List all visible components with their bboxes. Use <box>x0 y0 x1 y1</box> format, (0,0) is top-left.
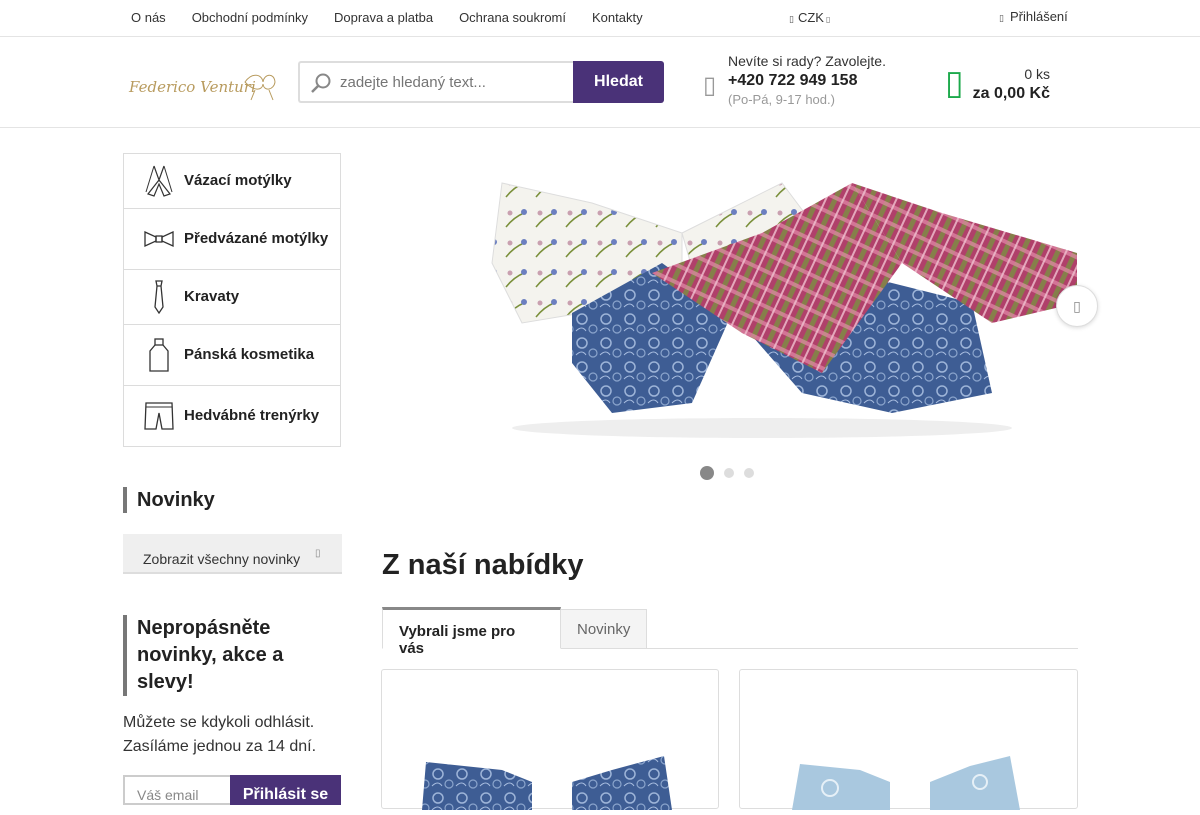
currency-selector[interactable]: ▯ CZK ▯ <box>789 10 830 25</box>
category-label: Vázací motýlky <box>184 172 292 189</box>
slider-next-button[interactable]: ▯ <box>1056 285 1098 327</box>
category-label: Předvázané motýlky <box>184 230 329 247</box>
slider-dot-3[interactable] <box>744 468 754 478</box>
hero-slide-image[interactable] <box>382 143 1077 453</box>
phone-number[interactable]: +420 722 949 158 <box>728 72 886 90</box>
slider-dot-1[interactable] <box>700 466 714 480</box>
category-item-pretied-bow-ties[interactable]: Předvázané motýlky <box>124 209 340 270</box>
header: Federico Venturi Hledat ▯ Nevíte si rady… <box>0 37 1200 128</box>
top-bar: O nás Obchodní podmínky Doprava a platba… <box>0 0 1200 37</box>
office-hours: (Po-Pá, 9-17 hod.) <box>728 92 835 107</box>
product-image <box>792 756 1020 810</box>
top-nav-link-privacy[interactable]: Ochrana soukromí <box>459 10 566 25</box>
tab-news[interactable]: Novinky <box>561 609 647 649</box>
cart-count: 0 ks <box>1024 66 1050 82</box>
top-nav-link-shipping[interactable]: Doprava a platba <box>334 10 433 25</box>
product-card[interactable] <box>381 669 719 810</box>
all-news-label: Zobrazit všechny novinky <box>143 551 301 567</box>
search-icon <box>311 73 331 93</box>
product-card[interactable] <box>739 669 1078 810</box>
login-link[interactable]: ▯ Přihlášení <box>999 9 1068 24</box>
top-nav-link-contacts[interactable]: Kontakty <box>592 10 643 25</box>
contact-info: Nevíte si rady? Zavolejte. +420 722 949 … <box>728 53 886 107</box>
chevron-down-icon: ▯ <box>825 15 831 24</box>
category-item-cosmetics[interactable]: Pánská kosmetika <box>124 325 340 386</box>
top-nav-link-about[interactable]: O nás <box>131 10 166 25</box>
slider-dots <box>700 466 754 480</box>
user-icon: ▯ <box>999 13 1004 23</box>
offer-tabs: Vybrali jsme pro vás Novinky <box>382 607 1078 657</box>
search-box <box>298 61 574 103</box>
cart-total: za 0,00 Kč <box>972 85 1050 102</box>
category-item-ties[interactable]: Kravaty <box>124 270 340 325</box>
all-news-button[interactable]: Zobrazit všechny novinky ▯ <box>123 534 342 574</box>
slider-dot-2[interactable] <box>724 468 734 478</box>
logo[interactable]: Federico Venturi <box>127 68 277 102</box>
newsletter-form: Váš email Přihlásit se <box>123 775 341 805</box>
search-form: Hledat <box>298 61 664 103</box>
cosmetics-bottle-icon <box>149 338 169 372</box>
svg-text:Federico Venturi: Federico Venturi <box>128 78 256 96</box>
login-label: Přihlášení <box>1009 9 1068 24</box>
news-heading: Novinky <box>123 487 215 513</box>
product-image <box>422 756 672 810</box>
necktie-icon <box>154 280 164 314</box>
tab-recommended[interactable]: Vybrali jsme pro vás <box>382 607 561 657</box>
boxer-shorts-icon <box>144 402 174 430</box>
category-item-bow-ties[interactable]: Vázací motýlky <box>124 154 340 209</box>
phone-icon: ▯ <box>703 72 717 99</box>
currency-icon: ▯ <box>789 14 794 24</box>
newsletter-heading: Nepropásněte novinky, akce a slevy! <box>123 615 323 696</box>
category-label: Kravaty <box>184 288 240 305</box>
search-button[interactable]: Hledat <box>573 61 664 103</box>
newsletter-text-line: Zasíláme jednou za 14 dní. <box>123 738 317 755</box>
category-menu: Vázací motýlky Předvázané motýlky Kravat… <box>123 153 341 447</box>
currency-label: CZK <box>797 10 824 25</box>
newsletter-text-line: Můžete se kdykoli odhlásit. <box>123 714 315 731</box>
bow-tie-icon <box>144 230 174 248</box>
top-nav-link-terms[interactable]: Obchodní podmínky <box>192 10 308 25</box>
contact-question: Nevíte si rady? Zavolejte. <box>728 53 886 69</box>
cart-summary[interactable]: 0 ks za 0,00 Kč <box>930 66 1050 103</box>
email-field[interactable]: Váš email <box>123 775 231 805</box>
newsletter-text: Můžete se kdykoli odhlásit. Zasíláme jed… <box>123 711 316 759</box>
offer-heading: Z naší nabídky <box>382 549 584 581</box>
top-nav: O nás Obchodní podmínky Doprava a platba… <box>131 10 643 25</box>
bow-tie-untied-icon <box>145 165 173 197</box>
category-label: Pánská kosmetika <box>184 346 315 363</box>
search-input[interactable] <box>340 74 570 91</box>
chevron-right-icon: ▯ <box>315 548 321 559</box>
category-label: Hedvábné trenýrky <box>184 407 320 424</box>
subscribe-button[interactable]: Přihlásit se <box>230 775 341 805</box>
category-item-boxers[interactable]: Hedvábné trenýrky <box>124 386 340 446</box>
chevron-right-icon: ▯ <box>1073 298 1081 314</box>
